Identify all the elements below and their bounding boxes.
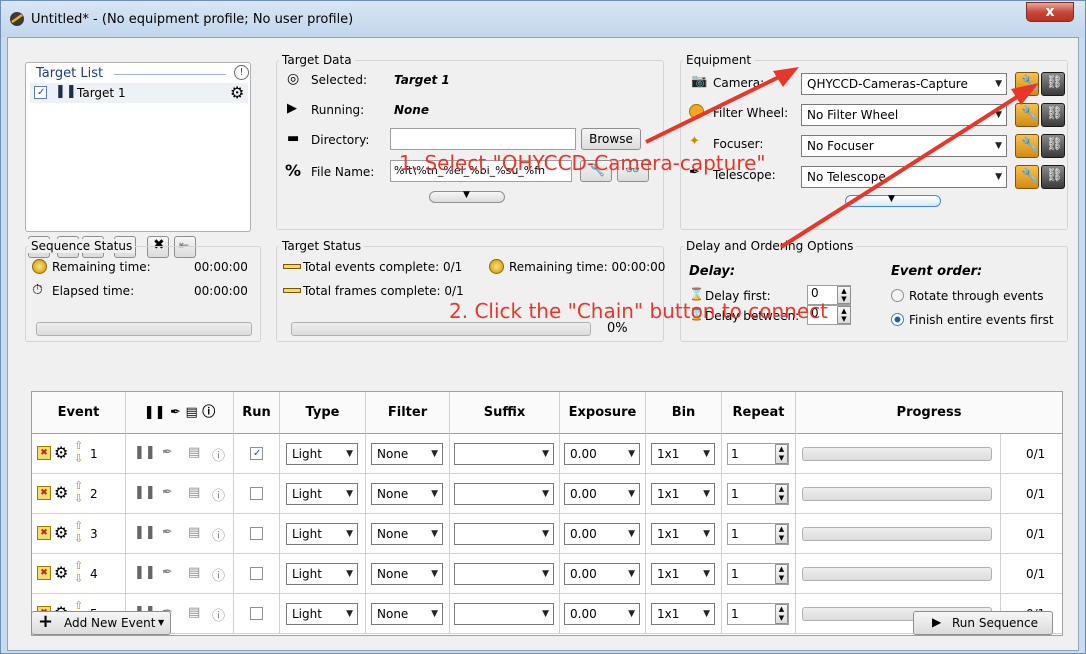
annotation-step-1: 1. Select "QHYCCD-Camera-capture"	[399, 151, 766, 175]
arrow-1-line	[645, 75, 780, 144]
arrow-1-head	[773, 67, 799, 87]
annotation-step-2: 2. Click the "Chain" button to connect	[449, 299, 829, 323]
arrow-2-line	[779, 95, 1019, 249]
main-window: Untitled* - (No equipment profile; No us…	[0, 0, 1086, 654]
arrow-2-head	[1011, 83, 1039, 105]
annotation-arrows	[645, 67, 1039, 249]
